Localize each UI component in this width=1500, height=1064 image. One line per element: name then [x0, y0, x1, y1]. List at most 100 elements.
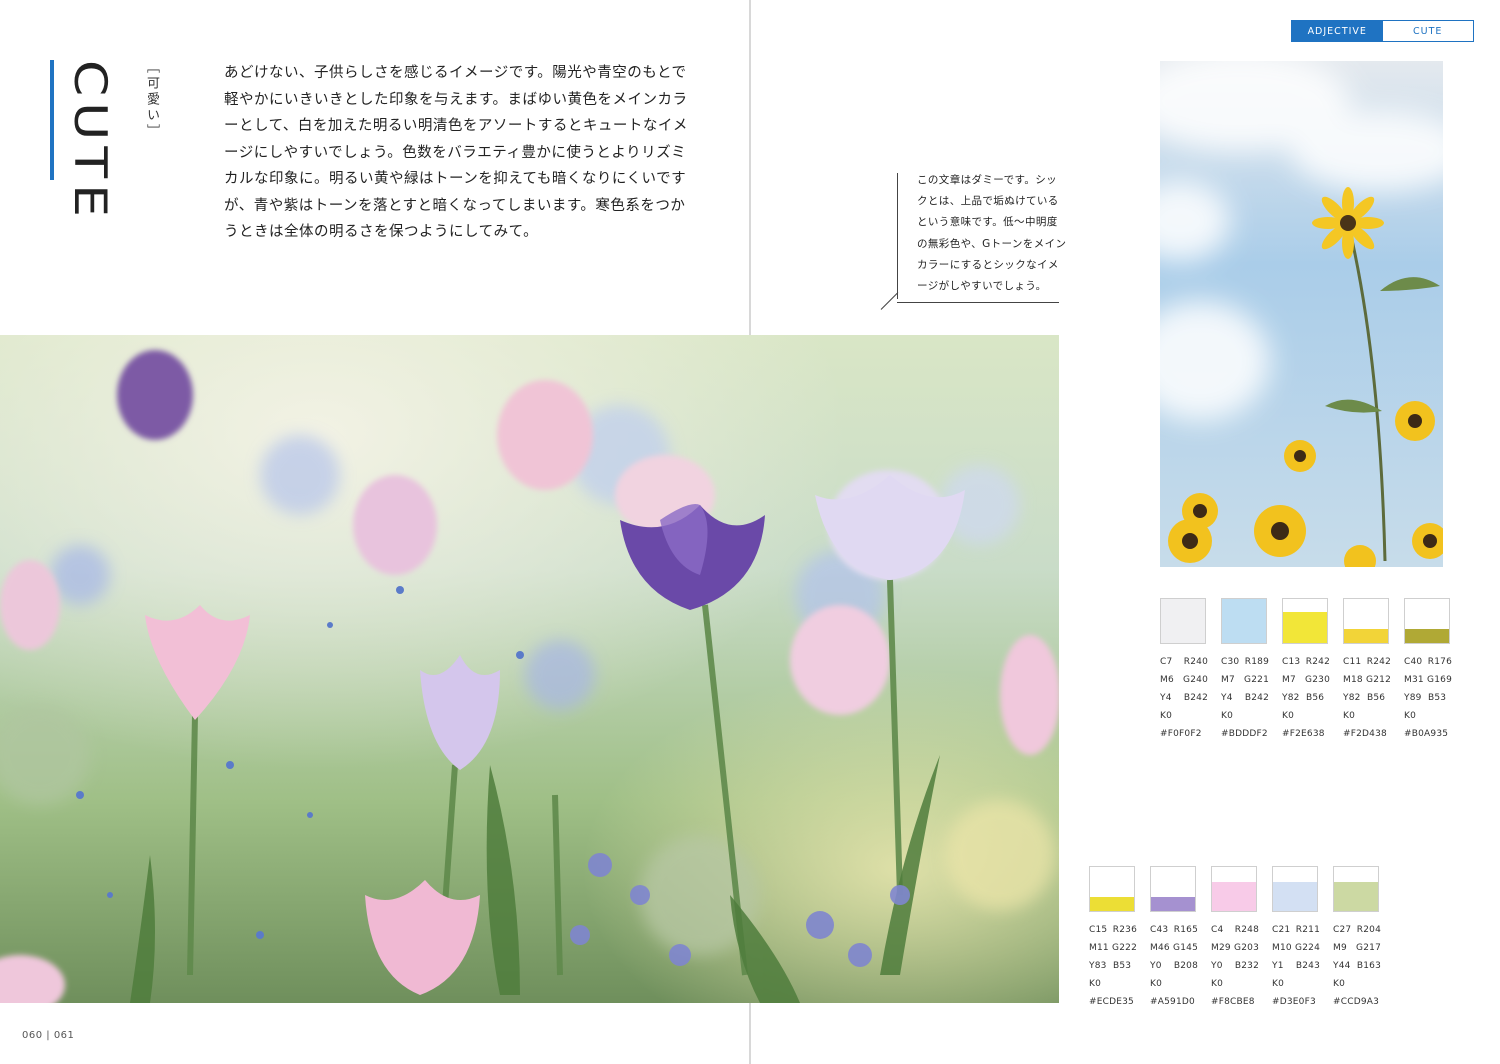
cmyk-c: C4	[1211, 925, 1224, 935]
cmyk-k: K0	[1333, 979, 1346, 989]
color-chip-fill	[1161, 599, 1205, 643]
cmyk-k: K0	[1211, 979, 1224, 989]
cmyk-k: K0	[1150, 979, 1163, 989]
title-accent-bar	[50, 60, 54, 180]
color-chip-fill	[1222, 599, 1266, 643]
cmyk-m: M46	[1150, 943, 1170, 953]
rgb-g: G145	[1173, 943, 1198, 953]
color-chip	[1282, 598, 1328, 644]
color-chip-fill	[1334, 882, 1378, 911]
cmyk-m: M18	[1343, 675, 1363, 685]
rgb-b: B163	[1356, 961, 1381, 971]
color-chip-fill	[1151, 896, 1195, 911]
rgb-r: R236	[1112, 925, 1137, 935]
page-numbers: 060 | 061	[22, 1030, 75, 1041]
cmyk-y: Y0	[1150, 961, 1162, 971]
callout-line-horizontal	[897, 302, 1059, 303]
swatch-bottom-3: C4 R248 M29 G203 Y0 B232 K0 #F8CBE8	[1211, 866, 1259, 1011]
cmyk-c: C21	[1272, 925, 1291, 935]
rgb-b: B53	[1428, 693, 1447, 703]
rgb-r: R189	[1244, 657, 1269, 667]
hex-code: #A591D0	[1150, 997, 1195, 1007]
cmyk-m: M6	[1160, 675, 1174, 685]
page-title: CUTE	[63, 60, 115, 223]
rgb-b: B56	[1306, 693, 1325, 703]
swatch-top-4: C11 R242 M18 G212 Y82 B56 K0 #F2D438	[1343, 598, 1391, 743]
rgb-b: B56	[1367, 693, 1386, 703]
swatch-top-3: C13 R242 M7 G230 Y82 B56 K0 #F2E638	[1282, 598, 1330, 743]
cmyk-y: Y4	[1221, 693, 1233, 703]
rgb-r: R204	[1356, 925, 1381, 935]
swatch-bottom-4: C21 R211 M10 G224 Y1 B243 K0 #D3E0F3	[1272, 866, 1320, 1011]
rgb-b: B208	[1173, 961, 1198, 971]
rgb-g: G222	[1112, 943, 1137, 953]
cmyk-m: M10	[1272, 943, 1292, 953]
color-chip	[1343, 598, 1389, 644]
color-chip	[1404, 598, 1450, 644]
hex-code: #CCD9A3	[1333, 997, 1380, 1007]
sunflower-sky-photo	[1160, 61, 1443, 567]
rgb-g: G221	[1244, 675, 1269, 685]
cmyk-m: M9	[1333, 943, 1347, 953]
color-chip	[1333, 866, 1379, 912]
rgb-g: G230	[1305, 675, 1330, 685]
color-chip	[1160, 598, 1206, 644]
hex-code: #B0A935	[1404, 729, 1449, 739]
cmyk-c: C7	[1160, 657, 1173, 667]
hex-code: #F2D438	[1343, 729, 1387, 739]
swatch-top-1: C7 R240 M6 G240 Y4 B242 K0 #F0F0F2	[1160, 598, 1208, 743]
cmyk-c: C43	[1150, 925, 1169, 935]
color-chip-fill	[1283, 612, 1327, 643]
hex-code: #D3E0F3	[1272, 997, 1316, 1007]
hex-code: #BDDDF2	[1221, 729, 1268, 739]
rgb-r: R242	[1305, 657, 1330, 667]
cmyk-c: C40	[1404, 657, 1423, 667]
rgb-r: R211	[1295, 925, 1320, 935]
rgb-b: B232	[1234, 961, 1259, 971]
rgb-g: G217	[1356, 943, 1381, 953]
color-chip	[1211, 866, 1257, 912]
rgb-g: G212	[1366, 675, 1391, 685]
cmyk-m: M29	[1211, 943, 1231, 953]
color-chip	[1221, 598, 1267, 644]
color-chip	[1089, 866, 1135, 912]
cmyk-y: Y4	[1160, 693, 1172, 703]
swatch-top-5: C40 R176 M31 G169 Y89 B53 K0 #B0A935	[1404, 598, 1452, 743]
swatch-bottom-2: C43 R165 M46 G145 Y0 B208 K0 #A591D0	[1150, 866, 1198, 1011]
rgb-g: G203	[1234, 943, 1259, 953]
cmyk-k: K0	[1221, 711, 1234, 721]
rgb-b: B242	[1183, 693, 1208, 703]
cmyk-k: K0	[1343, 711, 1356, 721]
color-chip-fill	[1405, 628, 1449, 643]
cmyk-m: M7	[1221, 675, 1235, 685]
rgb-r: R176	[1427, 657, 1452, 667]
page-subtitle: ［可愛い］	[144, 60, 159, 140]
rgb-b: B242	[1244, 693, 1269, 703]
rgb-r: R248	[1234, 925, 1259, 935]
rgb-g: G169	[1427, 675, 1452, 685]
callout-text: この文章はダミーです。シックとは、上品で垢ぬけているという意味です。低～中明度の…	[917, 174, 1067, 293]
swatch-bottom-1: C15 R236 M11 G222 Y83 B53 K0 #ECDE35	[1089, 866, 1137, 1011]
cmyk-c: C15	[1089, 925, 1108, 935]
cmyk-y: Y83	[1089, 961, 1107, 971]
cmyk-k: K0	[1404, 711, 1417, 721]
rgb-r: R242	[1366, 657, 1391, 667]
rgb-g: G240	[1183, 675, 1208, 685]
hex-code: #F2E638	[1282, 729, 1325, 739]
rgb-b: B243	[1295, 961, 1320, 971]
callout-line-vertical	[897, 173, 898, 299]
body-paragraph: あどけない、子供らしさを感じるイメージです。陽光や青空のもとで軽やかにいきいきと…	[224, 65, 688, 240]
cmyk-k: K0	[1282, 711, 1295, 721]
hex-code: #F8CBE8	[1211, 997, 1255, 1007]
hex-code: #ECDE35	[1089, 997, 1134, 1007]
tag-adjective: ADJECTIVE	[1292, 21, 1383, 41]
cmyk-y: Y0	[1211, 961, 1223, 971]
cmyk-m: M7	[1282, 675, 1296, 685]
color-chip-fill	[1090, 896, 1134, 911]
cmyk-y: Y1	[1272, 961, 1284, 971]
category-tags: ADJECTIVE CUTE	[1291, 20, 1474, 42]
cmyk-y: Y82	[1282, 693, 1300, 703]
color-chip-fill	[1212, 882, 1256, 911]
swatch-top-2: C30 R189 M7 G221 Y4 B242 K0 #BDDDF2	[1221, 598, 1269, 743]
cmyk-c: C13	[1282, 657, 1301, 667]
